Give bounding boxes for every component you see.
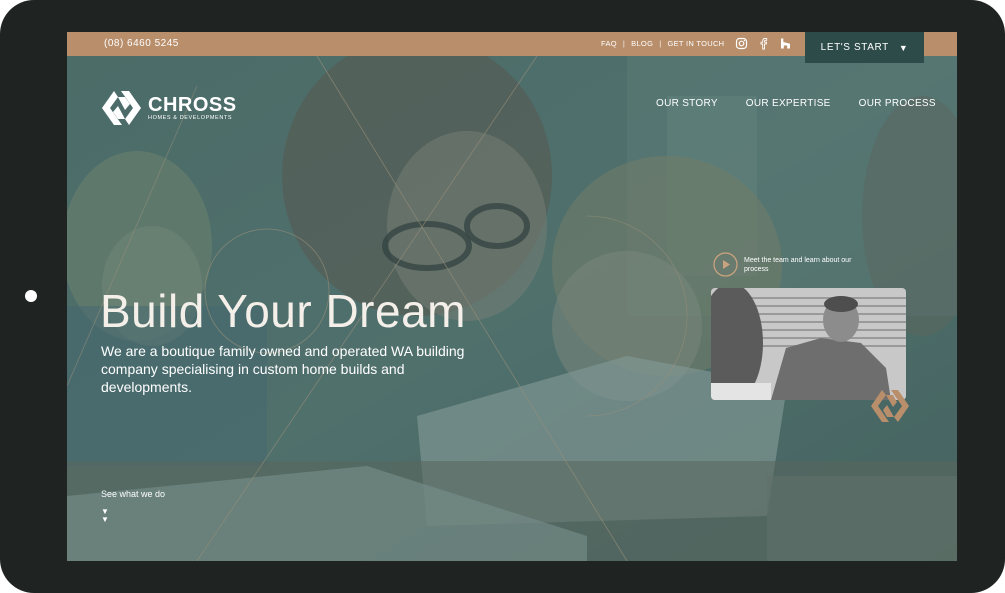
- double-chevron-down-icon: ▼▼: [101, 507, 109, 524]
- home-button[interactable]: [25, 290, 37, 302]
- site-logo[interactable]: CHROSS HOMES & DEVELOPMENTS: [100, 89, 237, 127]
- houzz-icon[interactable]: [779, 37, 792, 50]
- faq-link[interactable]: FAQ: [601, 32, 617, 56]
- link-separator: |: [622, 39, 626, 48]
- phone-link[interactable]: (08) 6460 5245: [104, 32, 179, 56]
- utility-bar: (08) 6460 5245 FAQ | BLOG | GET IN TOUCH: [67, 32, 957, 63]
- link-separator: |: [659, 39, 662, 48]
- social-links: [735, 37, 792, 50]
- logo-subtitle: HOMES & DEVELOPMENTS: [148, 114, 233, 121]
- website-screen: (08) 6460 5245 FAQ | BLOG | GET IN TOUCH: [67, 32, 957, 561]
- hero-title: Build Your Dream: [100, 285, 466, 337]
- nav-item-our-story[interactable]: OUR STORY: [656, 98, 718, 109]
- main-nav: OUR STORY OUR EXPERTISE OUR PROCESS: [656, 98, 936, 109]
- hero-subtitle: We are a boutique family owned and opera…: [101, 343, 465, 395]
- video-thumbnail[interactable]: [711, 288, 906, 400]
- get-in-touch-link[interactable]: GET IN TOUCH: [667, 32, 724, 56]
- instagram-icon[interactable]: [735, 37, 748, 50]
- chevron-down-icon: ▼: [898, 42, 909, 53]
- see-what-we-do-link[interactable]: See what we do: [101, 489, 165, 499]
- brand-badge-icon: [871, 390, 909, 422]
- facebook-icon[interactable]: [757, 37, 770, 50]
- nav-item-our-expertise[interactable]: OUR EXPERTISE: [746, 98, 831, 109]
- logo-name: CHROSS: [148, 93, 237, 116]
- chross-logo-icon: [102, 91, 141, 125]
- lets-start-label: LET'S START: [820, 42, 889, 53]
- play-icon[interactable]: [713, 252, 738, 277]
- blog-link[interactable]: BLOG: [631, 32, 653, 56]
- nav-item-our-process[interactable]: OUR PROCESS: [859, 98, 936, 109]
- video-label[interactable]: Meet the team and learn about our proces…: [744, 256, 854, 274]
- tablet-frame: (08) 6460 5245 FAQ | BLOG | GET IN TOUCH: [0, 0, 1005, 593]
- scroll-down-icon[interactable]: ▼▼: [101, 508, 109, 524]
- logo-text: CHROSS HOMES & DEVELOPMENTS: [148, 95, 237, 122]
- utility-links: FAQ | BLOG | GET IN TOUCH: [601, 32, 724, 56]
- lets-start-button[interactable]: LET'S START ▼: [805, 32, 924, 63]
